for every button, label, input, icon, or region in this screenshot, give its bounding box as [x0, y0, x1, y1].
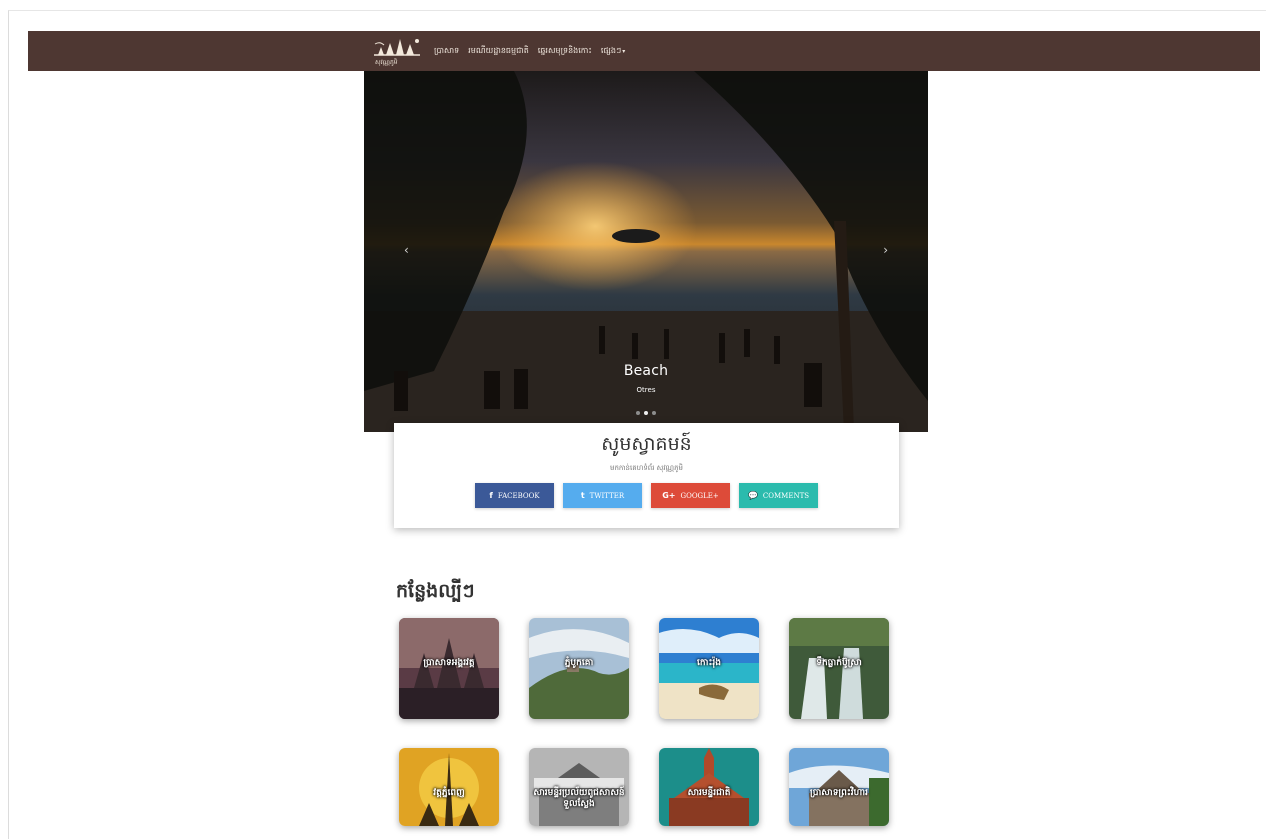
- place-label: កោះរ៉ុង: [697, 658, 721, 668]
- welcome-subtitle: មកកាន់គេហទំព័រ សុវណ្ណភូមិ: [610, 464, 683, 472]
- place-label: វត្តភ្នំពេញ: [433, 788, 465, 798]
- logo-text: សុវណ្ណភូមិ: [375, 59, 398, 66]
- hero-title: Beach: [623, 363, 669, 379]
- welcome-card: សូមស្វាគមន៍ មកកាន់គេហទំព័រ សុវណ្ណភូមិ f …: [394, 423, 899, 528]
- carousel-dot[interactable]: [652, 411, 656, 415]
- facebook-button[interactable]: f FACEBOOK: [475, 483, 554, 508]
- hero-carousel[interactable]: ‹ › Beach Otres: [364, 71, 928, 432]
- comments-button[interactable]: 💬 COMMENTS: [739, 483, 818, 508]
- comments-icon: 💬: [747, 491, 758, 500]
- facebook-label: FACEBOOK: [497, 491, 540, 500]
- place-card-bousra-waterfall[interactable]: ទឹកធ្លាក់ប៊ូស្រា: [789, 618, 889, 719]
- facebook-icon: f: [489, 491, 493, 500]
- nav-link-beaches[interactable]: ឆ្នេរសមុទ្រនិងកោះ: [538, 45, 592, 57]
- place-label: ប្រាសាទអង្គរវត្ត: [423, 658, 475, 668]
- carousel-prev-icon[interactable]: ‹: [404, 243, 409, 257]
- twitter-icon: t: [580, 491, 585, 500]
- place-label: សារមន្ទីរជាតិ: [687, 788, 731, 798]
- share-buttons: f FACEBOOK t TWITTER G+ GOOGLE+ 💬 COMMEN…: [394, 483, 899, 508]
- carousel-indicators: [364, 411, 928, 415]
- carousel-next-icon[interactable]: ›: [883, 243, 888, 257]
- place-card-bokor-mountain[interactable]: ភ្នំបូកគោ: [529, 618, 629, 719]
- place-card-tuol-sleng[interactable]: សារមន្ទីរប្រល័យពូជសាសន៍ទួលស្លែង: [529, 748, 629, 826]
- google-plus-icon: G+: [662, 491, 676, 500]
- nav-link-nature[interactable]: រមណីយដ្ឋានធម្មជាតិ: [468, 45, 529, 57]
- places-section-title: កន្លែងល្បីៗ: [396, 580, 475, 602]
- place-label: ទឹកធ្លាក់ប៊ូស្រា: [816, 658, 862, 668]
- place-label: ភ្នំបូកគោ: [564, 658, 594, 668]
- nav-link-temples[interactable]: ប្រាសាទ: [434, 45, 459, 57]
- place-card-national-museum[interactable]: សារមន្ទីរជាតិ: [659, 748, 759, 826]
- navbar-inner: សុវណ្ណភូមិ ប្រាសាទ រមណីយដ្ឋានធម្មជាតិ ឆ្…: [372, 31, 625, 71]
- tuol-sleng-image: [529, 748, 629, 826]
- carousel-dot-active[interactable]: [644, 411, 648, 415]
- comments-label: COMMENTS: [762, 491, 810, 500]
- hero-subtitle: Otres: [636, 386, 656, 394]
- preah-vihear-image: [789, 748, 889, 826]
- site-logo[interactable]: សុវណ្ណភូមិ: [372, 35, 422, 67]
- place-card-koh-rong[interactable]: កោះរ៉ុង: [659, 618, 759, 719]
- twitter-button[interactable]: t TWITTER: [563, 483, 642, 508]
- place-card-preah-vihear[interactable]: ប្រាសាទព្រះវិហារ: [789, 748, 889, 826]
- top-navbar: សុវណ្ណភូមិ ប្រាសាទ រមណីយដ្ឋានធម្មជាតិ ឆ្…: [28, 31, 1260, 71]
- nav-dropdown-other[interactable]: ផ្សេងៗ▾: [601, 45, 625, 57]
- chevron-down-icon: ▾: [622, 48, 626, 55]
- place-label: ប្រាសាទព្រះវិហារ: [810, 788, 868, 798]
- nav-links: ប្រាសាទ រមណីយដ្ឋានធម្មជាតិ ឆ្នេរសមុទ្រនិ…: [434, 45, 625, 57]
- google-plus-button[interactable]: G+ GOOGLE+: [651, 483, 730, 508]
- google-plus-label: GOOGLE+: [680, 491, 719, 500]
- wat-phnom-image: [399, 748, 499, 826]
- place-card-angkor-wat[interactable]: ប្រាសាទអង្គរវត្ត: [399, 618, 499, 719]
- carousel-dot[interactable]: [636, 411, 640, 415]
- hero-caption: Beach Otres: [364, 363, 928, 394]
- twitter-label: TWITTER: [589, 491, 625, 500]
- national-museum-image: [659, 748, 759, 826]
- nav-link-other-label: ផ្សេងៗ: [600, 46, 622, 55]
- place-card-wat-phnom[interactable]: វត្តភ្នំពេញ: [399, 748, 499, 826]
- welcome-title: សូមស្វាគមន៍: [601, 433, 692, 455]
- place-label: សារមន្ទីរប្រល័យពូជសាសន៍ទួលស្លែង: [533, 788, 625, 809]
